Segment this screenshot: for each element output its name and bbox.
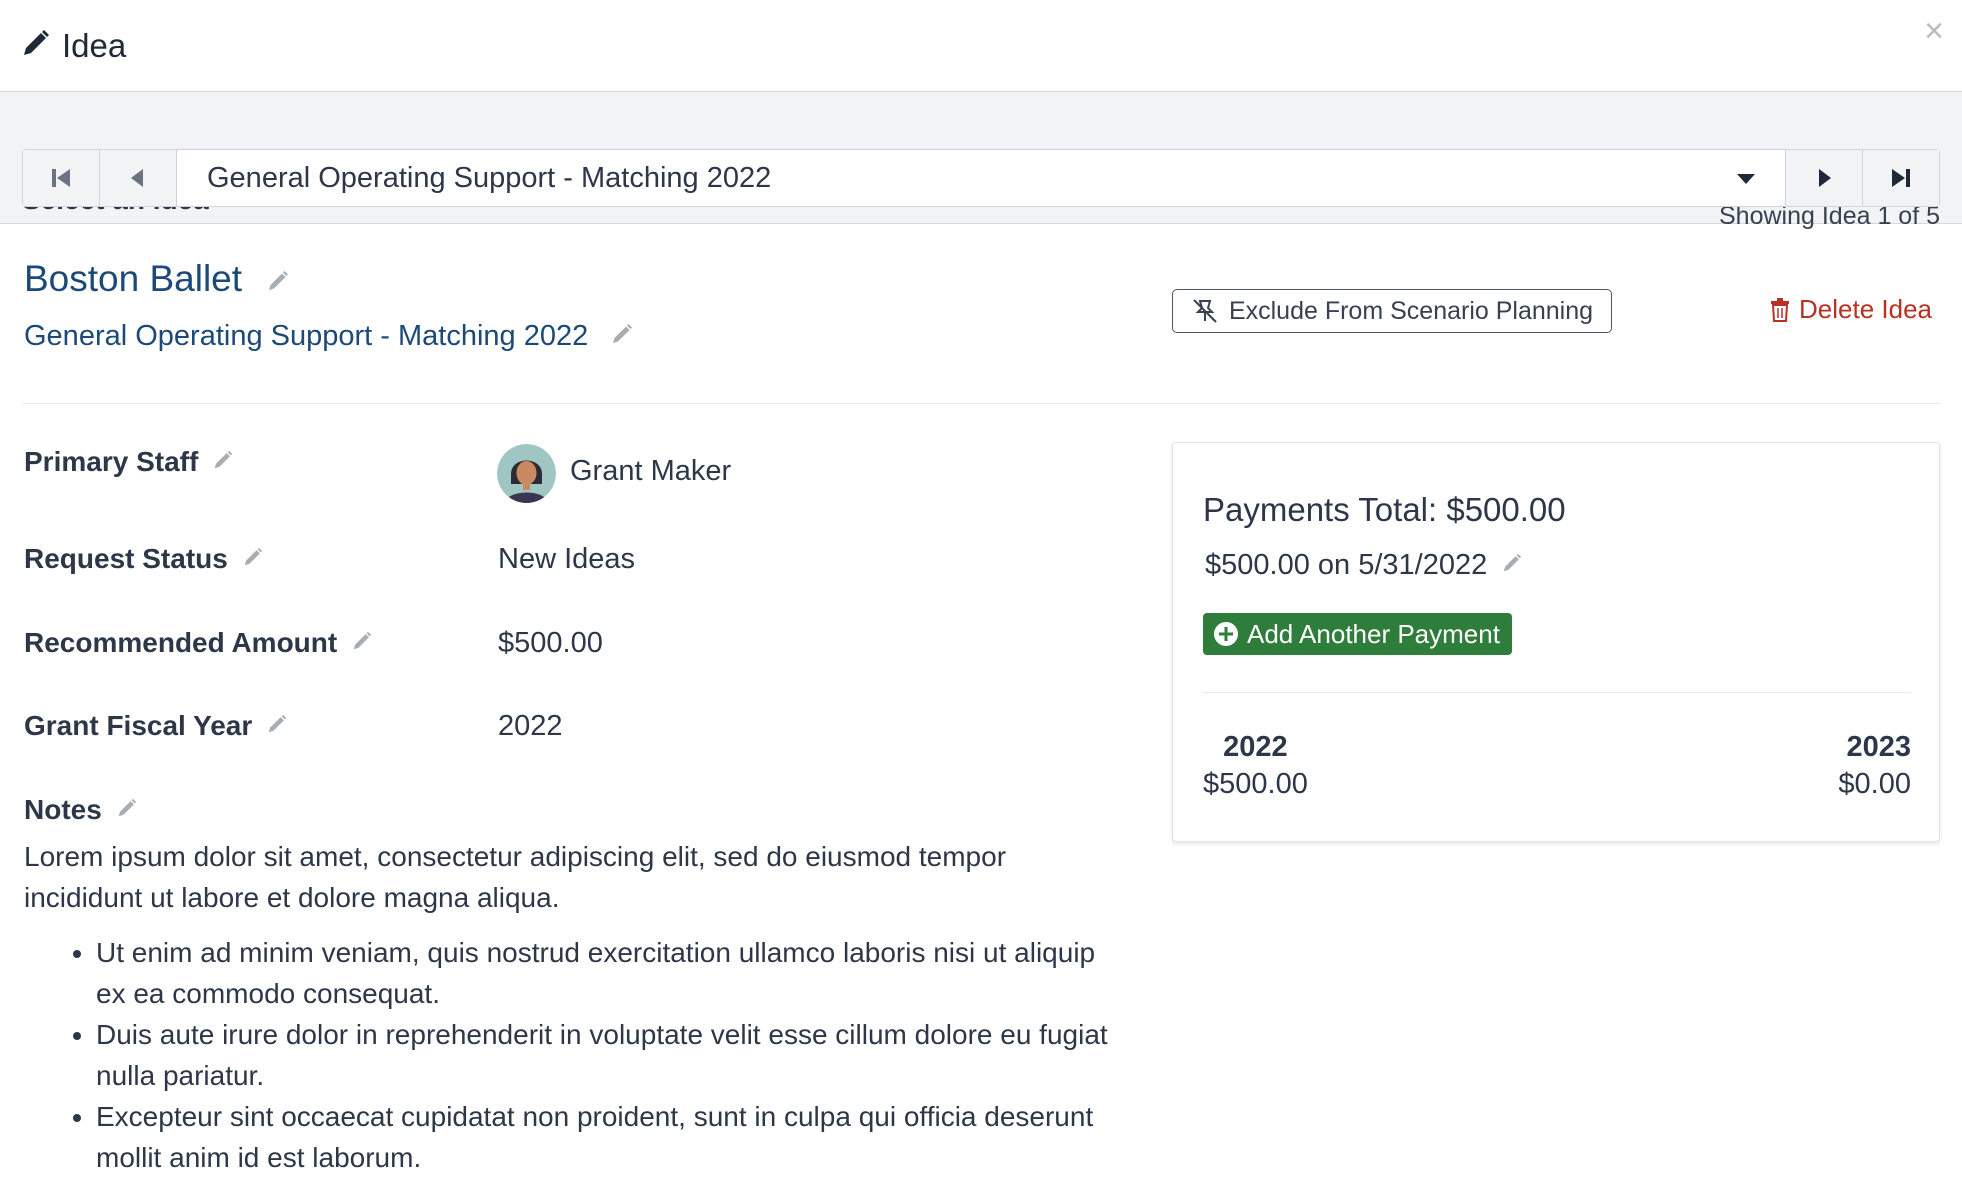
payment-line-text: $500.00 on 5/31/2022	[1205, 549, 1488, 581]
edit-notes-icon[interactable]	[116, 794, 138, 826]
idea-navigator: General Operating Support - Matching 202…	[22, 149, 1940, 207]
edit-recommended-amount-icon[interactable]	[351, 627, 373, 659]
organization-name-text: Boston Ballet	[24, 258, 243, 299]
edit-grant-fiscal-year-icon[interactable]	[266, 710, 288, 742]
caret-left-icon	[131, 169, 143, 187]
caret-right-icon	[1819, 169, 1831, 187]
idea-name-text: General Operating Support - Matching 202…	[24, 320, 589, 352]
recommended-amount-label: Recommended Amount	[24, 627, 373, 659]
notes-label: Notes	[24, 794, 138, 826]
notes-list: Ut enim ad minim veniam, quis nostrud ex…	[24, 932, 1114, 1178]
chevron-down-icon	[1737, 174, 1755, 184]
request-status-label-text: Request Status	[24, 543, 228, 574]
first-idea-button[interactable]	[23, 150, 100, 206]
exclude-label: Exclude From Scenario Planning	[1228, 296, 1594, 325]
notes-text: Lorem ipsum dolor sit amet, consectetur …	[24, 841, 1007, 913]
organization-name: Boston Ballet	[24, 258, 290, 302]
section-divider	[22, 403, 1940, 404]
year-column-2023: 2023 $0.00	[1838, 731, 1911, 801]
add-payment-label: Add Another Payment	[1247, 618, 1500, 649]
notes-list-item: Excepteur sint occaecat cupidatat non pr…	[96, 1096, 1114, 1178]
idea-name: General Operating Support - Matching 202…	[24, 320, 634, 354]
payment-line: $500.00 on 5/31/2022	[1205, 549, 1523, 582]
modal-header: Idea ×	[0, 0, 1962, 92]
grant-fiscal-year-value: 2022	[498, 710, 563, 742]
edit-request-status-icon[interactable]	[242, 543, 264, 575]
notes-list-item: Duis aute irure dolor in reprehenderit i…	[96, 1014, 1114, 1096]
year-column-2022: 2022 $500.00	[1203, 731, 1308, 801]
recommended-amount-value: $500.00	[498, 627, 603, 659]
delete-label: Delete Idea	[1799, 294, 1932, 324]
modal-title: Idea	[62, 26, 127, 64]
trash-icon	[1771, 297, 1790, 322]
edit-organization-icon[interactable]	[266, 260, 290, 302]
grant-fiscal-year-label: Grant Fiscal Year	[24, 710, 288, 742]
primary-staff-value: Grant Maker	[570, 455, 732, 487]
next-idea-button[interactable]	[1785, 150, 1862, 206]
request-status-value: New Ideas	[498, 543, 636, 575]
request-status-label: Request Status	[24, 543, 264, 575]
close-icon[interactable]: ×	[1924, 14, 1944, 48]
pin-slash-icon	[1193, 299, 1217, 323]
plus-circle-icon	[1214, 622, 1238, 646]
card-divider	[1203, 692, 1911, 693]
year-label: 2023	[1846, 731, 1911, 763]
edit-primary-staff-icon[interactable]	[212, 446, 234, 478]
exclude-from-scenario-planning-button[interactable]: Exclude From Scenario Planning	[1172, 289, 1612, 333]
primary-staff-label: Primary Staff	[24, 446, 234, 478]
previous-idea-button[interactable]	[100, 150, 177, 206]
year-amount: $0.00	[1838, 768, 1911, 800]
idea-select-value: General Operating Support - Matching 202…	[207, 161, 772, 194]
recommended-amount-label-text: Recommended Amount	[24, 627, 338, 658]
notes-list-item: Ut enim ad minim veniam, quis nostrud ex…	[96, 932, 1114, 1014]
grant-fiscal-year-label-text: Grant Fiscal Year	[24, 710, 253, 741]
primary-staff-label-text: Primary Staff	[24, 446, 199, 477]
avatar	[497, 444, 556, 503]
payments-total: Payments Total: $500.00	[1203, 491, 1566, 528]
edit-payment-icon[interactable]	[1501, 549, 1523, 582]
pencil-icon	[20, 27, 52, 64]
delete-idea-button[interactable]: Delete Idea	[1769, 294, 1932, 325]
year-label: 2022	[1223, 731, 1288, 763]
edit-idea-name-icon[interactable]	[610, 321, 634, 354]
idea-select[interactable]: General Operating Support - Matching 202…	[177, 150, 1785, 206]
last-idea-button[interactable]	[1862, 150, 1939, 206]
add-another-payment-button[interactable]: Add Another Payment	[1203, 613, 1512, 655]
notes-label-text: Notes	[24, 794, 102, 825]
payments-card: Payments Total: $500.00 $500.00 on 5/31/…	[1172, 442, 1940, 842]
skip-first-icon	[52, 169, 70, 187]
skip-last-icon	[1892, 169, 1910, 187]
year-amount: $500.00	[1203, 768, 1308, 800]
